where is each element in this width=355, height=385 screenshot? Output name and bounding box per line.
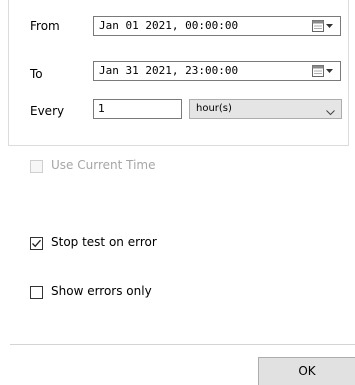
every-label: Every bbox=[30, 104, 65, 118]
every-interval-value: 1 bbox=[98, 102, 105, 115]
show-errors-only-checkbox[interactable] bbox=[30, 286, 43, 299]
footer-divider bbox=[10, 344, 355, 345]
use-current-time-label: Use Current Time bbox=[51, 158, 156, 172]
from-datetime-value: Jan 01 2021, 00:00:00 bbox=[99, 19, 239, 32]
checkmark-icon bbox=[32, 239, 41, 248]
use-current-time-checkbox[interactable] bbox=[30, 160, 43, 173]
every-interval-input[interactable]: 1 bbox=[93, 99, 182, 119]
to-datetime-picker[interactable]: Jan 31 2021, 23:00:00 bbox=[93, 61, 341, 81]
to-label: To bbox=[30, 67, 43, 81]
from-datetime-picker[interactable]: Jan 01 2021, 00:00:00 bbox=[93, 16, 341, 36]
calendar-dropdown-icon[interactable] bbox=[312, 65, 334, 78]
ok-button[interactable]: OK bbox=[258, 357, 355, 385]
to-datetime-value: Jan 31 2021, 23:00:00 bbox=[99, 64, 239, 77]
show-errors-only-label: Show errors only bbox=[51, 284, 152, 298]
interval-unit-value: hour(s) bbox=[196, 103, 232, 114]
chevron-down-icon bbox=[326, 105, 335, 116]
interval-unit-select[interactable]: hour(s) bbox=[189, 99, 342, 119]
stop-test-on-error-label: Stop test on error bbox=[51, 235, 157, 249]
calendar-dropdown-icon[interactable] bbox=[312, 20, 334, 33]
stop-test-on-error-checkbox[interactable] bbox=[30, 237, 43, 250]
from-label: From bbox=[30, 19, 60, 33]
